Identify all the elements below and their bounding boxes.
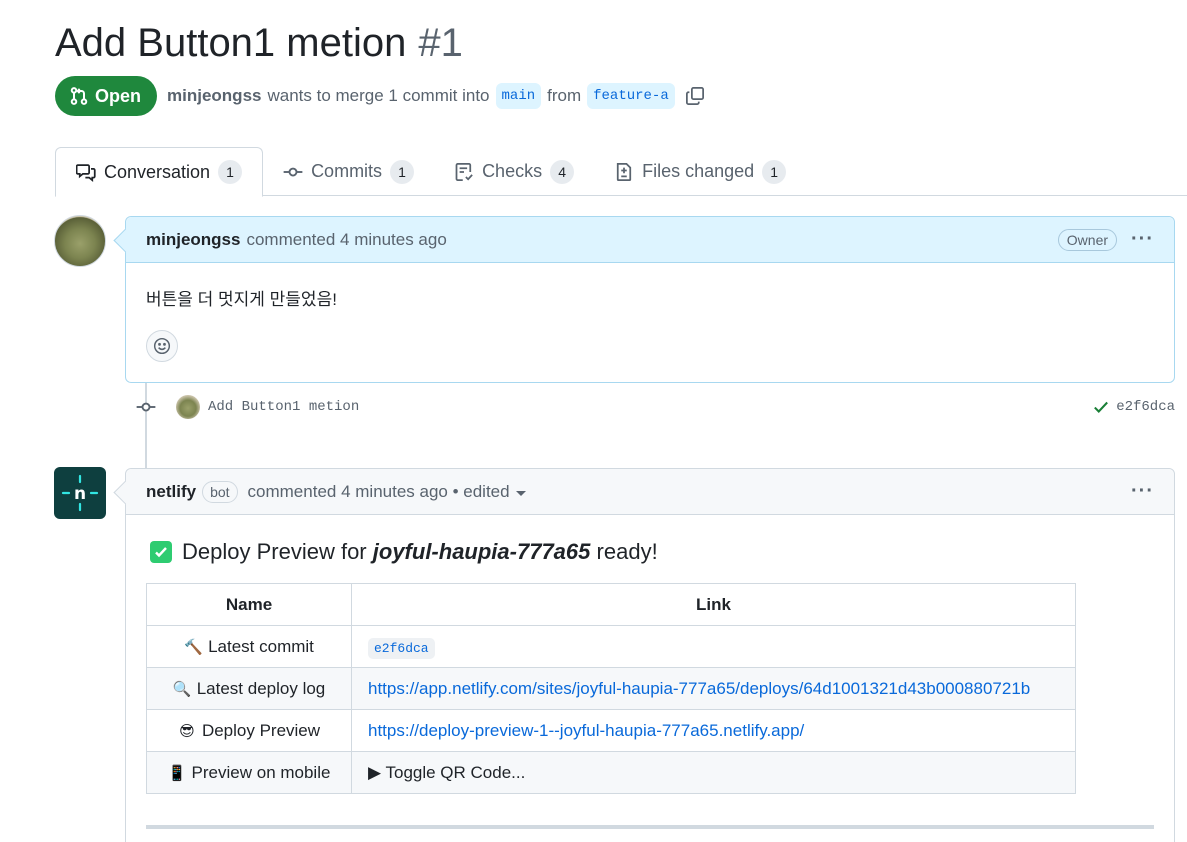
tab-checks-count: 4 bbox=[550, 159, 575, 184]
git-pull-request-icon bbox=[70, 87, 88, 105]
add-reaction-button[interactable] bbox=[146, 330, 178, 362]
table-cell-name: 📱 Preview on mobile bbox=[146, 751, 352, 794]
copy-icon[interactable] bbox=[685, 86, 705, 106]
head-branch[interactable]: feature-a bbox=[587, 83, 675, 109]
table-cell-link: e2f6dca bbox=[351, 625, 1076, 668]
file-diff-icon bbox=[616, 162, 632, 181]
mobile-phone-icon: 📱 bbox=[167, 764, 187, 782]
kebab-icon[interactable]: ··· bbox=[1131, 228, 1154, 251]
smiley-icon bbox=[153, 337, 171, 355]
deploy-preview-link[interactable]: https://deploy-preview-1--joyful-haupia-… bbox=[368, 721, 804, 740]
tab-checks[interactable]: Checks 4 bbox=[434, 147, 594, 196]
table-cell-name: 😎 Deploy Preview bbox=[146, 709, 352, 752]
pr-title-text: Add Button1 metion bbox=[55, 21, 407, 65]
comment-discussion-icon bbox=[76, 164, 96, 182]
commit-message-link[interactable]: Add Button1 metion bbox=[208, 399, 359, 415]
comment-header: minjeongss commented 4 minutes ago Owner… bbox=[126, 217, 1174, 263]
table-row: 🔨 Latest commit e2f6dca bbox=[146, 625, 1076, 668]
deploy-heading-suffix: ready! bbox=[596, 539, 658, 564]
merge-summary: minjeongss wants to merge 1 commit into … bbox=[167, 83, 705, 109]
deploy-table: Name Link 🔨 Latest commit e2f6dca 🔍 Latest… bbox=[146, 583, 1076, 794]
latest-commit-sha[interactable]: e2f6dca bbox=[368, 637, 435, 659]
table-header: Name bbox=[146, 583, 352, 626]
table-cell-name: 🔍 Latest deploy log bbox=[146, 667, 352, 710]
tab-files-changed-label: Files changed bbox=[642, 161, 755, 181]
table-cell-link: https://app.netlify.com/sites/joyful-hau… bbox=[351, 667, 1076, 710]
tab-checks-label: Checks bbox=[482, 161, 543, 181]
deploy-heading: Deploy Preview for joyful-haupia-777a65 … bbox=[150, 539, 658, 565]
avatar[interactable] bbox=[54, 215, 106, 267]
comment-author[interactable]: minjeongss bbox=[146, 230, 240, 250]
table-row: 😎 Deploy Preview https://deploy-preview-1… bbox=[146, 709, 1076, 752]
pr-number: #1 bbox=[418, 21, 463, 65]
git-commit-icon bbox=[283, 167, 303, 176]
tab-commits[interactable]: Commits 1 bbox=[263, 147, 434, 196]
magnifier-icon: 🔍 bbox=[172, 680, 192, 698]
bot-label: bot bbox=[202, 480, 238, 503]
pr-state-label: Open bbox=[95, 85, 142, 106]
table-row: 🔍 Latest deploy log https://app.netlify.c… bbox=[146, 667, 1076, 710]
deploy-heading-prefix: Deploy Preview for bbox=[182, 539, 367, 564]
tab-commits-count: 1 bbox=[390, 159, 415, 184]
checklist-icon bbox=[455, 162, 473, 181]
merge-text: wants to merge 1 commit into bbox=[267, 86, 490, 105]
svg-text:n: n bbox=[74, 484, 86, 504]
pr-state-badge: Open bbox=[55, 76, 158, 116]
comment-author[interactable]: netlify bbox=[146, 482, 196, 502]
comment-meta: commented 4 minutes ago • edited bbox=[247, 481, 510, 501]
commit-row: Add Button1 metion e2f6dca bbox=[134, 393, 1175, 421]
commit-sha-link[interactable]: e2f6dca bbox=[1116, 399, 1175, 415]
comment-meta[interactable]: commented 4 minutes ago bbox=[246, 230, 446, 250]
git-commit-icon bbox=[134, 395, 158, 419]
pr-author-link[interactable]: minjeongss bbox=[167, 86, 261, 106]
tab-files-changed[interactable]: Files changed 1 bbox=[594, 147, 806, 196]
comment-header: netlify bot commented 4 minutes ago • ed… bbox=[126, 469, 1174, 515]
owner-label: Owner bbox=[1057, 228, 1118, 251]
sunglasses-face-icon: 😎 bbox=[179, 722, 195, 740]
netlify-avatar[interactable]: n bbox=[54, 467, 106, 519]
deploy-site-name: joyful-haupia-777a65 bbox=[372, 539, 591, 564]
comment-bot: netlify bot commented 4 minutes ago • ed… bbox=[125, 468, 1175, 842]
kebab-icon[interactable]: ··· bbox=[1131, 480, 1154, 503]
base-branch[interactable]: main bbox=[495, 83, 542, 109]
pr-tabs: Conversation 1 Commits 1 Checks 4 Files … bbox=[55, 147, 1187, 197]
tab-conversation-count: 1 bbox=[218, 160, 243, 184]
check-mark-icon bbox=[150, 541, 172, 563]
table-cell-name: 🔨 Latest commit bbox=[146, 625, 352, 668]
tab-conversation[interactable]: Conversation 1 bbox=[55, 147, 264, 197]
divider bbox=[146, 825, 1154, 829]
tab-commits-label: Commits bbox=[311, 161, 383, 181]
comment-owner: minjeongss commented 4 minutes ago Owner… bbox=[125, 216, 1175, 383]
pr-title: Add Button1 metion #1 bbox=[55, 18, 463, 68]
deploy-log-link[interactable]: https://app.netlify.com/sites/joyful-hau… bbox=[368, 679, 1030, 698]
commit-author-avatar[interactable] bbox=[176, 395, 200, 419]
table-cell-link: https://deploy-preview-1--joyful-haupia-… bbox=[351, 709, 1076, 752]
check-icon[interactable] bbox=[1092, 398, 1110, 416]
hammer-icon: 🔨 bbox=[184, 638, 203, 656]
tab-conversation-label: Conversation bbox=[104, 161, 211, 182]
comment-edit-history[interactable]: commented 4 minutes ago • edited bbox=[248, 482, 526, 502]
from-text: from bbox=[547, 86, 582, 105]
comment-body: 버튼을 더 멋지게 만들었음! bbox=[146, 290, 337, 309]
caret-down-icon bbox=[515, 490, 526, 496]
toggle-qr-code[interactable]: ▶ Toggle QR Code... bbox=[368, 763, 525, 782]
pr-state-row: Open minjeongss wants to merge 1 commit … bbox=[55, 76, 705, 116]
table-header: Link bbox=[351, 583, 1076, 626]
table-cell-link: ▶ Toggle QR Code... bbox=[351, 751, 1076, 794]
table-row: 📱 Preview on mobile ▶ Toggle QR Code... bbox=[146, 751, 1076, 794]
tab-files-changed-count: 1 bbox=[762, 159, 787, 184]
netlify-logo-icon: n bbox=[61, 474, 99, 512]
